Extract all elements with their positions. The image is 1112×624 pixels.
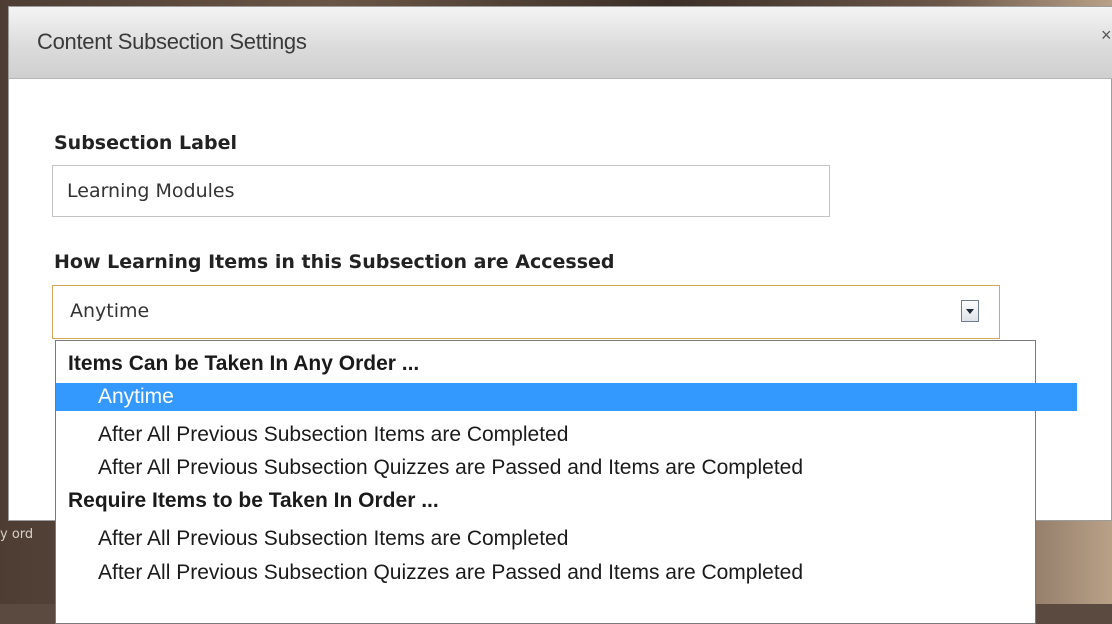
access-label-heading: How Learning Items in this Subsection ar…	[54, 251, 615, 273]
dropdown-option-anytime[interactable]: Anytime	[56, 383, 1077, 411]
dropdown-option-in-order-items-completed[interactable]: After All Previous Subsection Items are …	[56, 525, 1077, 553]
backdrop-text: y ord	[0, 527, 34, 542]
access-dropdown-list: Items Can be Taken In Any Order ... Anyt…	[55, 340, 1077, 624]
dropdown-option-in-order-quizzes-passed[interactable]: After All Previous Subsection Quizzes ar…	[56, 559, 1077, 587]
chevron-down-icon[interactable]	[961, 300, 979, 322]
access-select[interactable]: Anytime	[52, 285, 1000, 339]
dialog-header: Content Subsection Settings	[9, 7, 1112, 79]
subsection-label-input[interactable]	[52, 165, 830, 217]
dropdown-group-in-order: Require Items to be Taken In Order ...	[68, 489, 439, 512]
subsection-label-heading: Subsection Label	[54, 132, 237, 154]
dropdown-option-after-quizzes-passed[interactable]: After All Previous Subsection Quizzes ar…	[56, 454, 1077, 482]
dropdown-group-any-order: Items Can be Taken In Any Order ...	[68, 352, 420, 375]
access-select-value: Anytime	[70, 300, 150, 322]
dialog-title: Content Subsection Settings	[37, 29, 307, 54]
dropdown-option-after-items-completed[interactable]: After All Previous Subsection Items are …	[56, 421, 1077, 449]
close-icon[interactable]: ×	[1101, 25, 1112, 46]
